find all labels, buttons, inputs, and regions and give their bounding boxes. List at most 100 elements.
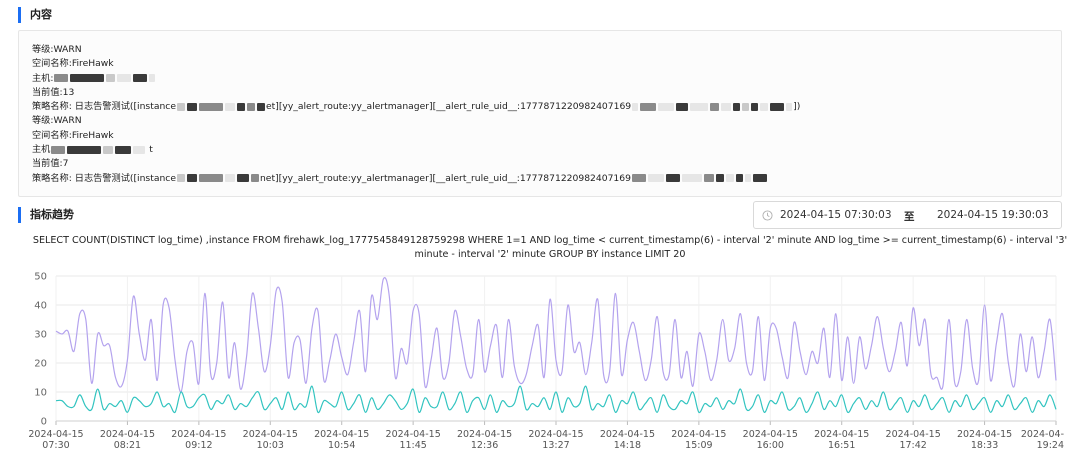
- x-tick-label-time: 10:54: [328, 440, 355, 451]
- redacted-mask: [665, 174, 680, 183]
- x-tick-label-time: 12:36: [471, 440, 498, 451]
- redacted-mask: [733, 102, 741, 111]
- x-tick-label-time: 09:12: [185, 440, 212, 451]
- alert-1-policy-prefix: 策略名称: 日志告警测试([instance: [32, 101, 176, 113]
- redacted-mask: [658, 102, 675, 111]
- clock-icon: [762, 210, 773, 221]
- redacted-mask: [149, 74, 156, 83]
- redacted-mask: [690, 102, 709, 111]
- redacted-mask: [752, 174, 767, 183]
- time-range-separator: 至: [904, 211, 915, 223]
- x-tick-label-time: 19:24: [1037, 440, 1064, 451]
- redacted-mask: [703, 174, 714, 183]
- redacted-mask: [51, 145, 66, 154]
- redacted-mask: [681, 174, 702, 183]
- x-tick-label-time: 16:00: [757, 440, 784, 451]
- x-tick-label-time: 13:27: [542, 440, 569, 451]
- redacted-mask: [246, 102, 255, 111]
- x-tick-label-date: 2024-04-15: [814, 429, 869, 440]
- redacted-mask: [106, 74, 116, 83]
- time-range-picker[interactable]: 2024-04-15 07:30:03 至 2024-04-15 19:30:0…: [753, 201, 1062, 229]
- x-tick-label-date: 2024-04-15: [386, 429, 441, 440]
- y-tick-label: 0: [41, 417, 47, 428]
- redacted-mask: [710, 102, 720, 111]
- redacted-mask: [133, 145, 146, 154]
- alert-content-box: 等级:WARN 空间名称:FireHawk 主机: 当前值:13 策略名称: 日…: [18, 30, 1062, 197]
- x-tick-label-date: 2024-04-15: [528, 429, 583, 440]
- chart-y-axis: 0 10 20 30 40 50: [34, 272, 47, 428]
- redacted-mask: [70, 74, 105, 83]
- redacted-mask: [186, 102, 197, 111]
- metric-trend-chart: 01020304050 2024-04-1507:302024-04-1508:…: [28, 272, 1064, 452]
- y-tick-label: 30: [34, 330, 47, 341]
- y-tick-label: 20: [34, 359, 47, 370]
- x-tick-label-time: 10:03: [257, 440, 284, 451]
- x-tick-label-date: 2024-04-15: [243, 429, 298, 440]
- section-title-content: 内容: [18, 7, 52, 23]
- x-tick-label-date: 2024-04-15: [671, 429, 726, 440]
- alert-1-policy-mid: et][yy_alert_route:yy_alertmanager][__al…: [265, 101, 632, 113]
- x-tick-label-date: 2024-04-15: [28, 429, 83, 440]
- alert-2-level: 等级:WARN: [32, 115, 82, 127]
- redacted-mask: [103, 145, 114, 154]
- y-tick-label: 40: [34, 301, 47, 312]
- alert-1-space: 空间名称:FireHawk: [32, 58, 114, 70]
- x-tick-label-date: 2024-04-15: [743, 429, 798, 440]
- redacted-mask: [236, 174, 249, 183]
- redacted-mask: [236, 102, 245, 111]
- query-text: SELECT COUNT(DISTINCT log_time) ,instanc…: [20, 234, 1080, 261]
- alert-1-policy-end: ]): [793, 101, 801, 113]
- redacted-mask: [744, 174, 751, 183]
- redacted-mask: [133, 74, 148, 83]
- x-tick-label-date: 2024-04-: [1021, 429, 1064, 440]
- y-tick-label: 10: [34, 388, 47, 399]
- redacted-mask: [117, 74, 132, 83]
- redacted-mask: [735, 174, 743, 183]
- x-tick-label-date: 2024-04-15: [600, 429, 655, 440]
- x-tick-label-time: 14:18: [614, 440, 641, 451]
- alert-2-host-suffix: t: [149, 144, 153, 156]
- redacted-mask: [631, 174, 646, 183]
- alert-1-host: 主机:: [32, 72, 800, 86]
- redacted-mask: [760, 102, 769, 111]
- time-range-start[interactable]: 2024-04-15 07:30:03: [780, 209, 892, 221]
- query-line-1: SELECT COUNT(DISTINCT log_time) ,instanc…: [32, 235, 1068, 246]
- redacted-mask: [250, 174, 259, 183]
- x-tick-label-date: 2024-04-15: [957, 429, 1012, 440]
- redacted-mask: [176, 102, 185, 111]
- redacted-mask: [721, 102, 732, 111]
- redacted-mask: [224, 174, 235, 183]
- time-range-end[interactable]: 2024-04-15 19:30:03: [937, 209, 1049, 221]
- redacted-mask: [770, 102, 785, 111]
- alert-1-level: 等级:WARN: [32, 44, 82, 55]
- x-tick-label-time: 08:21: [114, 440, 141, 451]
- redacted-mask: [676, 102, 689, 111]
- redacted-mask: [186, 174, 197, 183]
- alert-1-value: 当前值:13: [32, 86, 75, 98]
- x-tick-label-time: 16:51: [828, 440, 855, 451]
- alert-2-space: 空间名称:FireHawk: [32, 129, 114, 141]
- alert-2-policy: 策略名称: 日志告警测试([instance net][yy_alert_rout…: [32, 172, 800, 186]
- x-tick-label-time: 18:33: [971, 440, 998, 451]
- redacted-mask: [256, 102, 265, 111]
- redacted-mask: [67, 145, 102, 154]
- redacted-mask: [115, 145, 132, 154]
- redacted-mask: [715, 174, 724, 183]
- alert-content-lines: 等级:WARN 空间名称:FireHawk 主机: 当前值:13 策略名称: 日…: [32, 43, 800, 186]
- redacted-mask: [751, 102, 759, 111]
- alert-2-value: 当前值:7: [32, 158, 69, 170]
- x-tick-label-date: 2024-04-15: [457, 429, 512, 440]
- query-line-2: minute - interval '2' minute GROUP BY in…: [414, 248, 686, 260]
- redacted-mask: [742, 102, 750, 111]
- redacted-mask: [725, 174, 734, 183]
- x-tick-label-time: 15:09: [685, 440, 712, 451]
- alert-1-host-label: 主机:: [32, 72, 54, 84]
- chart-x-axis: 2024-04-1507:302024-04-1508:212024-04-15…: [28, 420, 1064, 451]
- x-tick-label-date: 2024-04-15: [171, 429, 226, 440]
- redacted-mask: [786, 102, 793, 111]
- redacted-mask: [54, 74, 69, 83]
- redacted-mask: [176, 174, 185, 183]
- redacted-mask: [640, 102, 657, 111]
- x-tick-label-date: 2024-04-15: [100, 429, 155, 440]
- alert-2-host-label: 主机: [32, 144, 51, 156]
